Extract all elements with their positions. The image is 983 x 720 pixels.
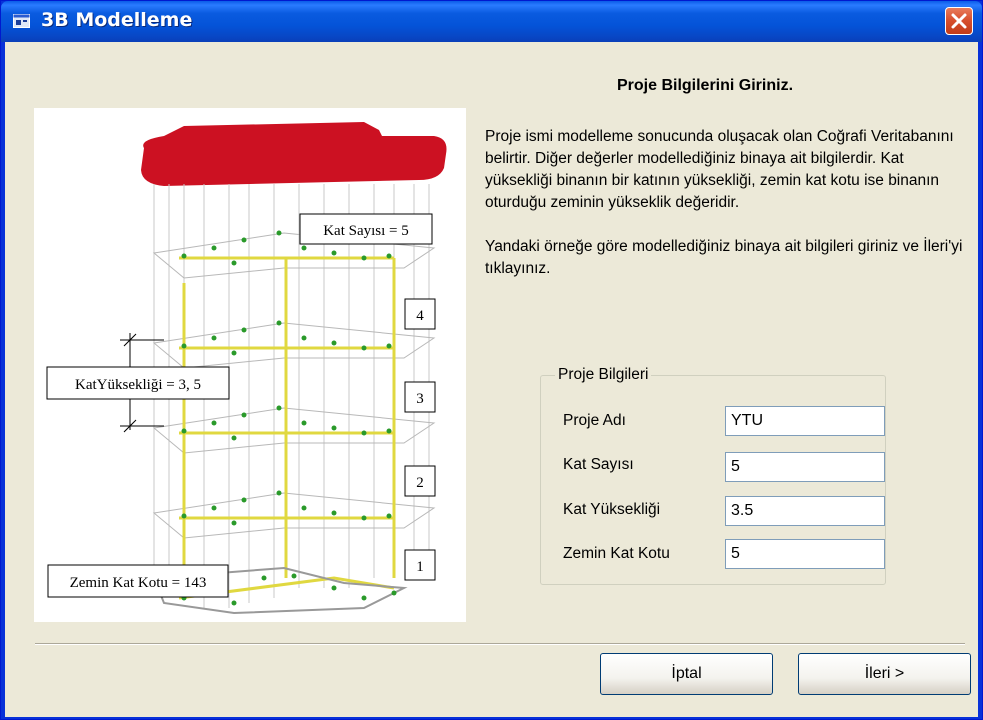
next-button[interactable]: İleri > xyxy=(798,653,971,695)
zemin-kat-kotu-label: Zemin Kat Kotu = 143 xyxy=(70,575,207,591)
proje-adi-label: Proje Adı xyxy=(563,412,626,429)
floor-number-2: 2 xyxy=(404,465,436,497)
page-heading: Proje Bilgilerini Giriniz. xyxy=(616,77,794,94)
floor-number-1: 1 xyxy=(404,549,436,581)
zemin-kat-kotu-field-label: Zemin Kat Kotu xyxy=(563,545,670,562)
close-button[interactable] xyxy=(945,7,973,35)
kat-yuksekligi-label: KatYüksekliği = 3, 5 xyxy=(75,377,201,393)
kat-yuksekligi-input[interactable] xyxy=(725,496,885,526)
group-legend: Proje Bilgileri xyxy=(555,366,652,384)
proje-adi-input[interactable] xyxy=(725,406,885,436)
project-info-group: Proje Bilgileri Proje Adı Kat Sayısı Kat… xyxy=(540,366,886,585)
window-title: 3B Modelleme xyxy=(41,9,193,31)
svg-text:3: 3 xyxy=(416,391,424,407)
cancel-button[interactable]: İptal xyxy=(600,653,773,695)
app-window-icon xyxy=(13,13,31,29)
dialog-window: 3B Modelleme Proje Bilgilerini Giriniz. xyxy=(0,0,983,720)
close-icon xyxy=(951,13,967,29)
kat-sayisi-field-label: Kat Sayısı xyxy=(563,456,634,473)
kat-sayisi-label: Kat Sayısı = 5 xyxy=(323,223,409,239)
kat-yuksekligi-box: KatYüksekliği = 3, 5 xyxy=(46,366,230,400)
button-separator xyxy=(35,643,965,645)
svg-text:2: 2 xyxy=(416,475,424,491)
kat-yuksekligi-field-label: Kat Yüksekliği xyxy=(563,501,661,518)
roof-shape xyxy=(141,122,447,186)
description-paragraph-1: Proje ismi modelleme sonucunda oluşacak … xyxy=(485,128,954,211)
kat-sayisi-box: Kat Sayısı = 5 xyxy=(299,213,433,245)
kat-sayisi-input[interactable] xyxy=(725,452,885,482)
floor-number-3: 3 xyxy=(404,381,436,413)
dialog-client-area: Proje Bilgilerini Giriniz. Kat Sayısı = … xyxy=(5,42,978,717)
building-diagram: Kat Sayısı = 5 KatYüksekliği = 3, 5 Zemi… xyxy=(34,108,466,622)
floor-number-4: 4 xyxy=(404,298,436,330)
svg-text:4: 4 xyxy=(416,308,424,324)
title-bar[interactable]: 3B Modelleme xyxy=(1,1,982,42)
svg-text:1: 1 xyxy=(416,559,424,575)
description-paragraph-2: Yandaki örneğe göre modellediğiniz binay… xyxy=(485,238,963,277)
description-text: Proje ismi modelleme sonucunda oluşacak … xyxy=(485,126,965,302)
zemin-kat-kotu-box: Zemin Kat Kotu = 143 xyxy=(47,564,229,598)
zemin-kat-kotu-input[interactable] xyxy=(725,539,885,569)
